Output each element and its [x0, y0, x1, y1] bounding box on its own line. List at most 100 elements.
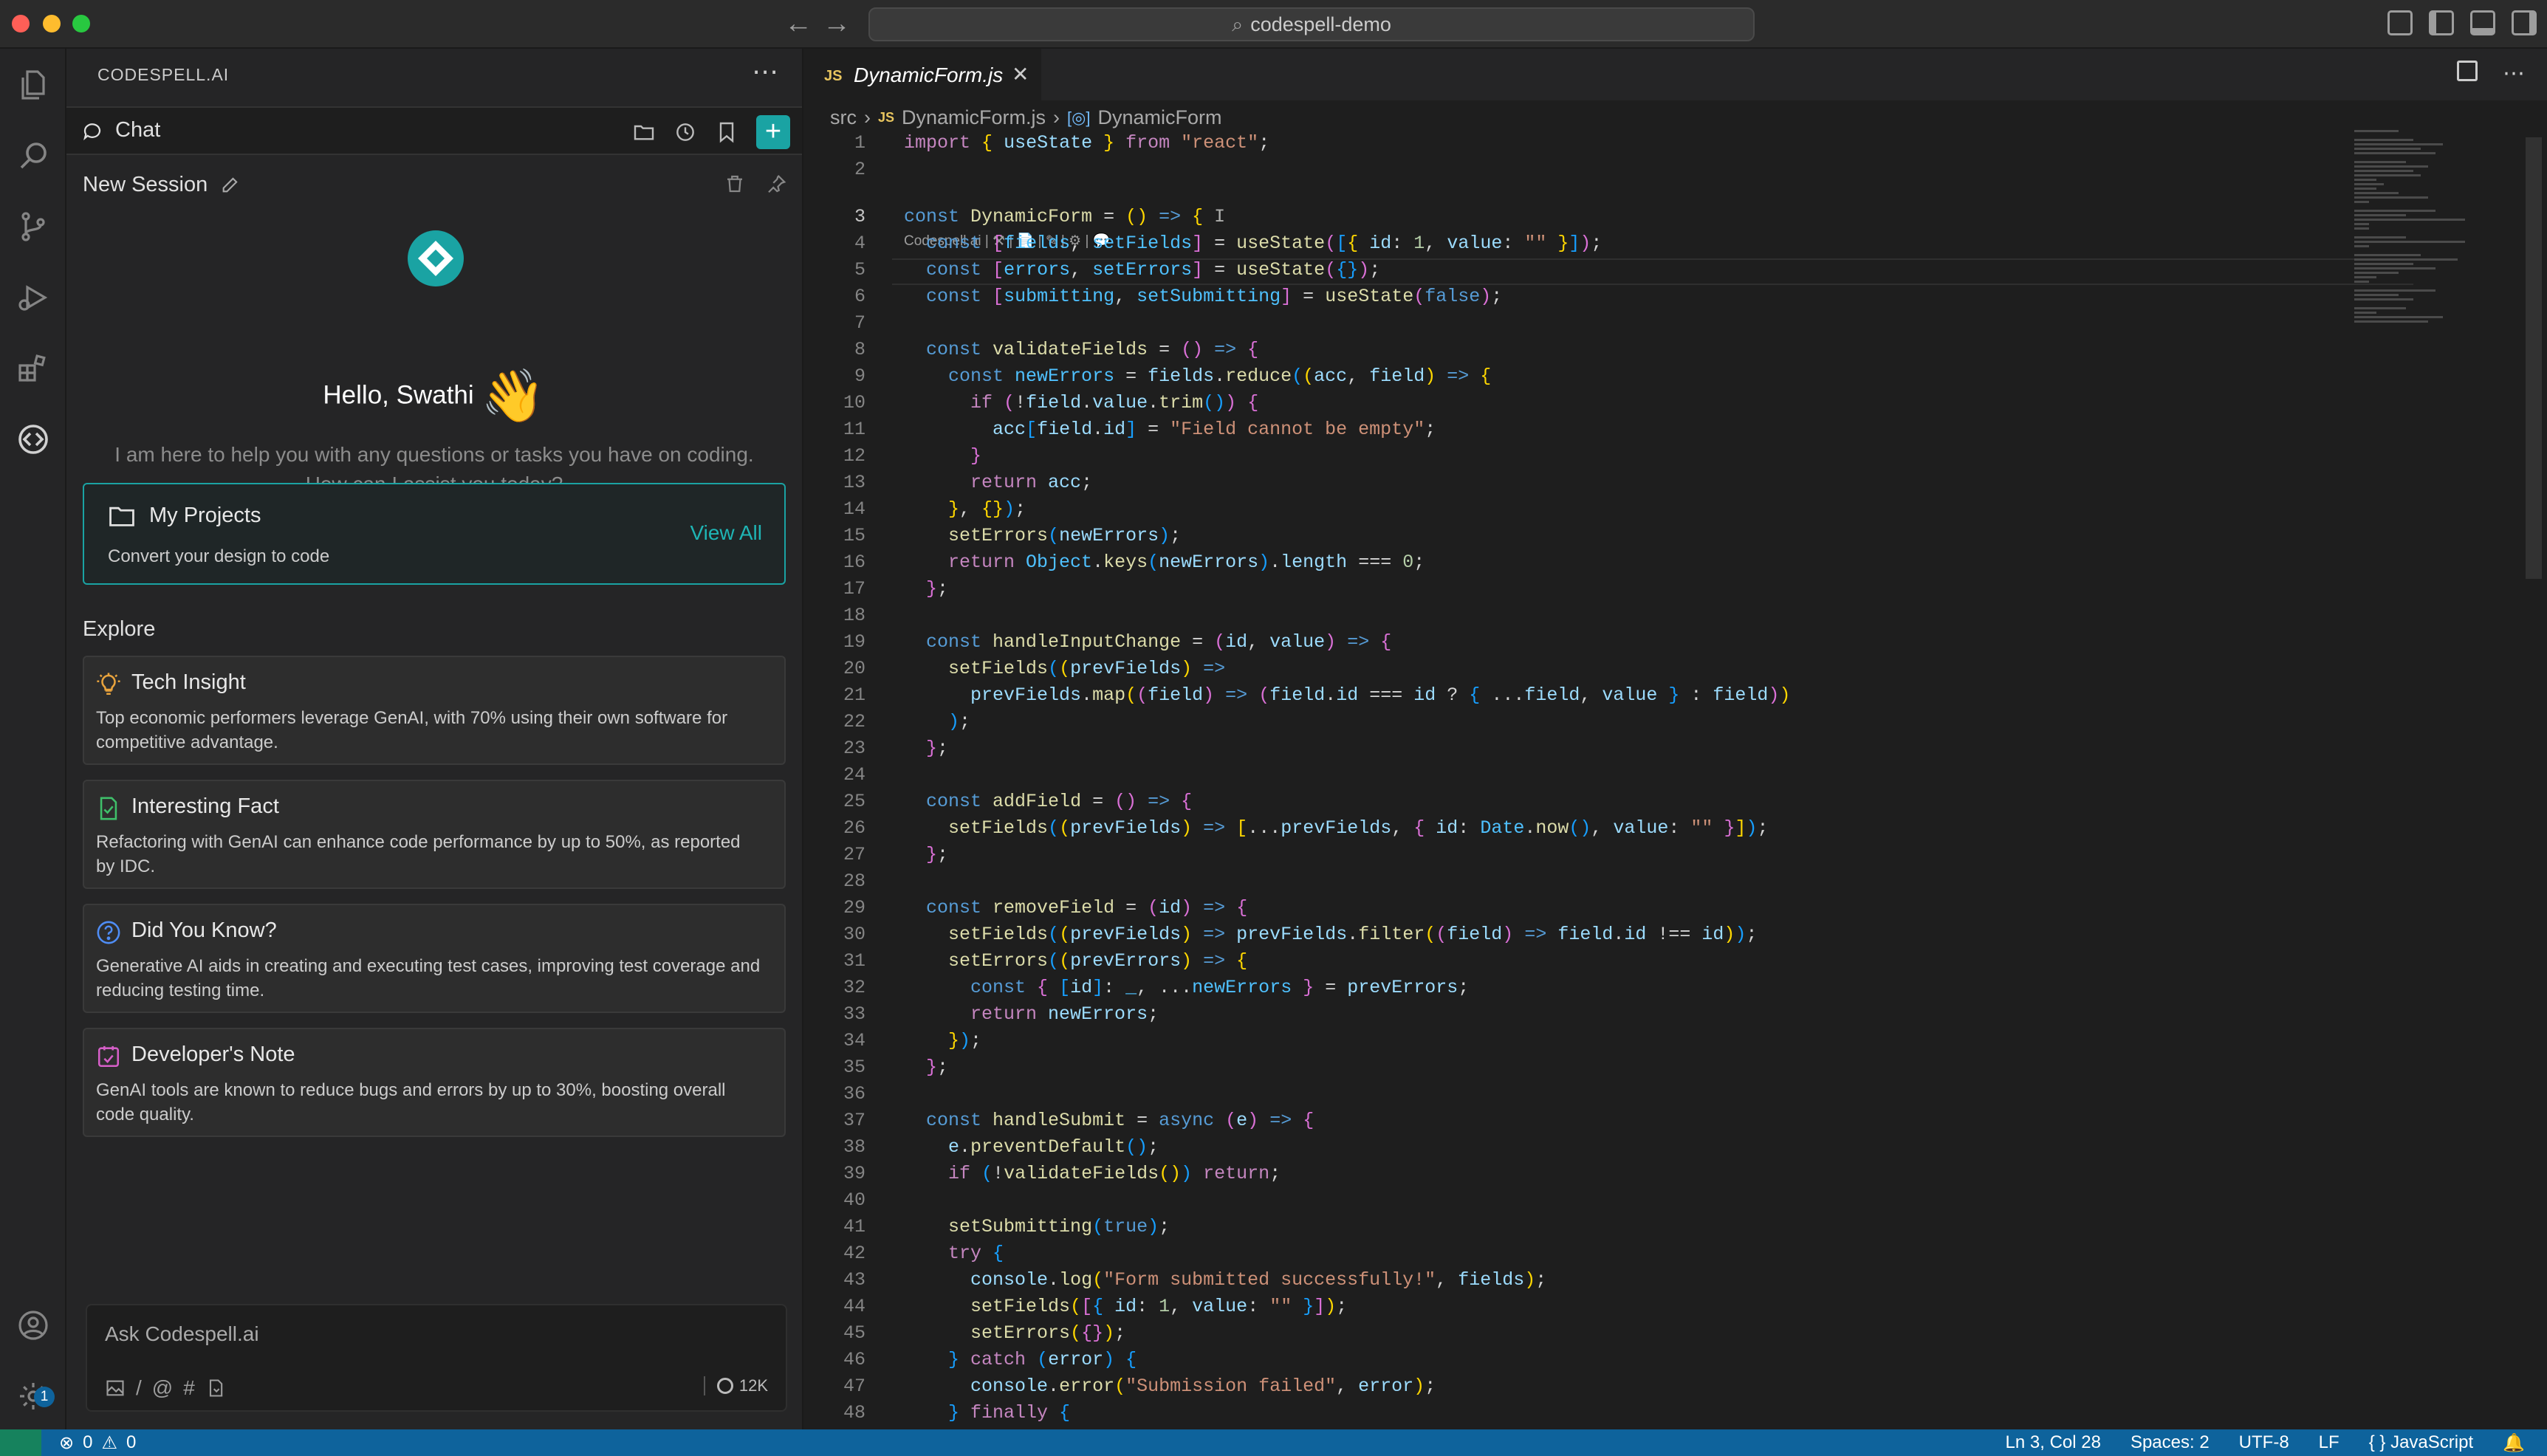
hash-context-icon[interactable]: #	[183, 1376, 195, 1400]
projects-subtitle: Convert your design to code	[108, 546, 330, 566]
indentation[interactable]: Spaces: 2	[2131, 1432, 2210, 1454]
search-icon[interactable]	[13, 136, 53, 176]
ask-input[interactable]	[103, 1319, 756, 1350]
language-mode[interactable]: { } JavaScript	[2369, 1432, 2473, 1454]
warning-count: 0	[126, 1432, 137, 1452]
minimap[interactable]	[2354, 130, 2546, 573]
line-number: 26	[843, 817, 865, 839]
maximize-window-button[interactable]	[72, 15, 90, 32]
code-line: });	[948, 1030, 982, 1051]
line-ending[interactable]: LF	[2319, 1432, 2339, 1454]
my-projects-card[interactable]: My Projects Convert your design to code …	[83, 483, 786, 585]
breadcrumb-file[interactable]: DynamicForm.js	[902, 106, 1046, 129]
code-line: console.error("Submission failed", error…	[970, 1376, 1436, 1397]
projects-title: My Projects	[149, 504, 261, 527]
code-line: if (!field.value.trim()) {	[970, 392, 1259, 413]
explore-card-did-you-know[interactable]: Did You Know? Generative AI aids in crea…	[83, 904, 786, 1013]
toggle-primary-sidebar-icon[interactable]	[2429, 10, 2454, 35]
line-number: 46	[843, 1349, 865, 1370]
new-chat-button[interactable]: +	[756, 115, 790, 149]
line-number: 6	[854, 286, 865, 307]
delete-icon[interactable]	[724, 173, 746, 195]
code-line: return Object.keys(newErrors).length ===…	[948, 552, 1425, 573]
breadcrumb-folder[interactable]: src	[830, 106, 857, 129]
close-tab-icon[interactable]: ✕	[1012, 62, 1029, 86]
slash-command-icon[interactable]: /	[136, 1376, 142, 1400]
line-number: 42	[843, 1243, 865, 1264]
codespell-logo-icon	[408, 230, 464, 286]
line-number: 15	[843, 525, 865, 546]
problems-indicator[interactable]: ⊗ 0 ⚠ 0	[59, 1432, 136, 1454]
breadcrumb-symbol[interactable]: DynamicForm	[1097, 106, 1221, 129]
account-icon[interactable]	[13, 1305, 53, 1345]
line-number: 23	[843, 738, 865, 759]
line-number: 35	[843, 1057, 865, 1078]
line-number: 8	[854, 339, 865, 360]
close-window-button[interactable]	[12, 15, 30, 32]
error-icon: ⊗	[59, 1433, 75, 1453]
attach-file-icon[interactable]	[205, 1378, 226, 1398]
editor-tabs: JS DynamicForm.js ✕ ⋯	[803, 49, 2547, 100]
explore-card-tech-insight[interactable]: Tech Insight Top economic performers lev…	[83, 656, 786, 765]
remote-indicator-icon[interactable]	[0, 1429, 41, 1456]
token-counter: 12K	[703, 1376, 768, 1395]
command-center-search[interactable]: ⌕ codespell-demo	[868, 7, 1755, 41]
symbol-icon: [◎]	[1067, 108, 1091, 127]
explore-card-interesting-fact[interactable]: Interesting Fact Refactoring with GenAI …	[83, 780, 786, 889]
code-line: );	[948, 711, 971, 732]
more-actions-icon[interactable]: ⋯	[752, 56, 778, 87]
line-number: 1	[854, 132, 865, 154]
forward-arrow-icon[interactable]: →	[823, 7, 851, 40]
code-line: setFields([{ id: 1, value: "" }]);	[970, 1296, 1348, 1317]
source-control-icon[interactable]	[13, 207, 53, 247]
settings-badge: 1	[34, 1387, 55, 1407]
view-all-link[interactable]: View All	[690, 521, 762, 545]
bookmark-icon[interactable]	[715, 120, 738, 144]
chat-toolbar: Chat +	[66, 106, 802, 155]
code-line: const removeField = (id) => {	[926, 897, 1248, 918]
pin-icon[interactable]	[765, 173, 787, 195]
line-number: 28	[843, 870, 865, 892]
mention-icon[interactable]: @	[152, 1376, 173, 1400]
line-number: 24	[843, 764, 865, 786]
minimize-window-button[interactable]	[43, 15, 61, 32]
run-debug-icon[interactable]	[13, 278, 53, 317]
folder-icon[interactable]	[632, 120, 656, 144]
toggle-secondary-sidebar-icon[interactable]	[2512, 10, 2537, 35]
explorer-icon[interactable]	[13, 65, 53, 105]
line-number: 37	[843, 1110, 865, 1131]
cursor-position[interactable]: Ln 3, Col 28	[2006, 1432, 2101, 1454]
toggle-panel-icon[interactable]	[2470, 10, 2495, 35]
chat-bubble-icon	[83, 123, 101, 141]
vertical-scrollbar[interactable]	[2526, 137, 2542, 579]
tab-dynamicform[interactable]: JS DynamicForm.js ✕	[803, 49, 1041, 100]
code-line: const newErrors = fields.reduce((acc, fi…	[948, 365, 1492, 387]
code-line: setErrors((prevErrors) => {	[948, 950, 1248, 972]
explore-card-developers-note[interactable]: Developer's Note GenAI tools are known t…	[83, 1028, 786, 1137]
edit-session-icon[interactable]	[220, 174, 241, 195]
code-line: setFields((prevFields) => [...prevFields…	[948, 817, 1769, 839]
notifications-bell-icon[interactable]: 🔔	[2503, 1432, 2525, 1454]
code-line: setErrors({});	[970, 1322, 1126, 1344]
codespell-icon[interactable]	[13, 419, 53, 459]
line-number: 36	[843, 1083, 865, 1105]
history-icon[interactable]	[673, 120, 697, 144]
panel-title: CODESPELL.AI	[97, 65, 230, 84]
image-upload-icon[interactable]	[105, 1378, 126, 1398]
extensions-icon[interactable]	[13, 348, 53, 388]
line-number: 47	[843, 1376, 865, 1397]
back-arrow-icon[interactable]: ←	[784, 7, 812, 40]
line-number: 45	[843, 1322, 865, 1344]
split-editor-icon[interactable]	[2457, 61, 2478, 81]
code-line: console.log("Form submitted successfully…	[970, 1269, 1547, 1291]
question-icon	[97, 921, 120, 944]
line-number: 20	[843, 658, 865, 679]
line-number: 22	[843, 711, 865, 732]
more-actions-icon[interactable]: ⋯	[2503, 61, 2525, 86]
chat-label: Chat	[115, 118, 161, 142]
line-number: 21	[843, 684, 865, 706]
activity-bar: 1	[0, 49, 66, 1429]
customize-layout-icon[interactable]	[2387, 10, 2413, 35]
encoding[interactable]: UTF-8	[2239, 1432, 2289, 1454]
card-title: Developer's Note	[131, 1043, 295, 1066]
